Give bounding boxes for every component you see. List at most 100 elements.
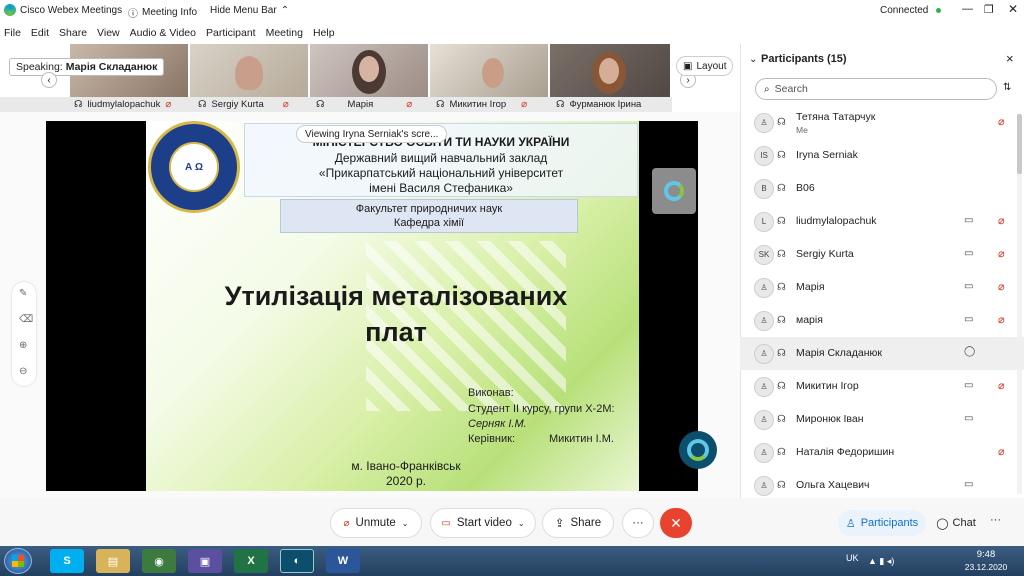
participant-row[interactable]: ♙ ☊ Микитин Ігор ▭ ⌀: [740, 370, 1024, 403]
skype-taskbar-icon[interactable]: S: [50, 549, 84, 573]
headset-icon: ☊: [777, 414, 786, 425]
chat-button[interactable]: ◯ Chat: [930, 510, 982, 536]
mic-muted-icon: ⌀: [406, 99, 413, 110]
person-icon: ♙: [760, 448, 768, 457]
more-panels-button[interactable]: ···: [990, 514, 1001, 526]
video-thumbnail[interactable]: [310, 44, 428, 97]
chevron-left-icon: ‹: [47, 74, 51, 86]
clock-time[interactable]: 9:48: [966, 549, 1006, 560]
tray-icons[interactable]: ▲ ▮ ◂): [868, 556, 894, 567]
participant-row[interactable]: IS ☊ Iryna Serniak: [740, 139, 1024, 172]
mic-muted-icon: ⌀: [998, 116, 1005, 128]
mic-muted-icon: ⌀: [998, 281, 1005, 293]
camera-icon: ▭: [964, 281, 974, 292]
participant-row[interactable]: ♙ ☊ Миронюк Іван ▭: [740, 403, 1024, 436]
supervisor-label: Керівник:: [468, 433, 516, 445]
chevron-down-icon: ⌄: [517, 518, 525, 528]
video-thumbnail[interactable]: [550, 44, 670, 97]
chevron-down-icon: ⌄: [401, 518, 409, 528]
app-name: Cisco Webex Meetings: [20, 4, 123, 16]
scroll-left-button[interactable]: ‹: [41, 72, 57, 88]
avatar: ♙: [754, 376, 774, 397]
mic-muted-icon: ⌀: [998, 314, 1005, 326]
mic-muted-icon: ⌀: [343, 517, 350, 529]
zoom-out-icon[interactable]: ⊖: [19, 366, 27, 377]
chat-bubble-icon[interactable]: ◯: [964, 346, 975, 357]
menu-audio-video[interactable]: Audio & Video: [130, 27, 196, 39]
headset-icon: ☊: [777, 117, 786, 128]
share-button[interactable]: ⇪ Share: [542, 508, 614, 538]
participant-row[interactable]: L ☊ liudmylalopachuk ▭ ⌀: [740, 205, 1024, 238]
webex-share-icon[interactable]: [652, 168, 696, 214]
person-icon: ♙: [760, 316, 768, 325]
mic-muted-icon: ⌀: [998, 248, 1005, 260]
excel-taskbar-icon[interactable]: X: [234, 549, 268, 573]
menu-edit[interactable]: Edit: [31, 27, 49, 39]
participant-row[interactable]: B ☊ B06: [740, 172, 1024, 205]
zoom-in-icon[interactable]: ⊕: [19, 340, 27, 351]
thumbnail-name: ☊ Микитин Ігор ⌀: [436, 99, 528, 110]
menu-view[interactable]: View: [97, 27, 120, 39]
participant-sub-label: Me: [796, 125, 808, 135]
participant-name: марія: [796, 314, 823, 326]
eraser-icon[interactable]: ⌫: [19, 314, 33, 325]
participants-toggle-button[interactable]: ♙ Participants: [838, 510, 926, 536]
hide-menu-bar-button[interactable]: Hide Menu Bar ⌃: [210, 5, 289, 16]
annotation-toolbar: ✎ ⌫ ⊕ ⊖: [12, 282, 36, 386]
layout-button[interactable]: ▣ Layout: [676, 56, 734, 76]
menu-share[interactable]: Share: [59, 27, 87, 39]
faculty-text: Факультет природничих наук: [355, 203, 503, 215]
headset-icon: ☊: [777, 282, 786, 293]
video-off-icon: ▭: [441, 517, 451, 529]
participant-name: Тетяна Татарчук: [796, 111, 876, 123]
person-icon: ♙: [845, 517, 856, 530]
explorer-taskbar-icon[interactable]: ▤: [96, 549, 130, 573]
chrome-taskbar-icon[interactable]: ◉: [142, 549, 176, 573]
app-title: Cisco Webex Meetings: [4, 4, 122, 16]
participant-row[interactable]: ♙ ☊ Марія Складанюк ◯: [740, 337, 1024, 370]
video-thumbnail[interactable]: [190, 44, 308, 97]
participant-name: Наталія Федоришин: [796, 446, 895, 458]
start-button[interactable]: [4, 548, 32, 574]
more-options-button[interactable]: ···: [622, 508, 654, 538]
camera-icon: ▭: [964, 215, 974, 226]
camera-icon: ▭: [964, 380, 974, 391]
meeting-info-button[interactable]: ⓘ Meeting Info: [128, 5, 197, 20]
mic-muted-icon: ⌀: [282, 99, 289, 110]
camera-icon: ▭: [964, 479, 974, 490]
menu-help[interactable]: Help: [313, 27, 335, 39]
windows-logo-icon: [12, 555, 24, 567]
start-video-button[interactable]: ▭ Start video ⌄: [430, 508, 536, 538]
viewing-banner[interactable]: Viewing Iryna Serniak's scre...: [296, 125, 448, 143]
headset-icon: ☊: [777, 216, 786, 227]
pen-icon[interactable]: ✎: [19, 288, 27, 299]
menu-meeting[interactable]: Meeting: [266, 27, 303, 39]
clock-date[interactable]: 23.12.2020: [964, 562, 1008, 572]
unmute-button[interactable]: ⌀ Unmute ⌄: [330, 508, 422, 538]
active-speaker-name: Марія Складанюк: [65, 61, 158, 73]
menu-file[interactable]: File: [4, 27, 21, 39]
layout-icon: ▣: [683, 60, 693, 72]
end-meeting-button[interactable]: ✕: [660, 508, 692, 538]
participant-name: Микитин Ігор: [796, 380, 859, 392]
participant-row[interactable]: ♙ ☊ марія ▭ ⌀: [740, 304, 1024, 337]
performed-by-label: Виконав:: [468, 387, 514, 399]
language-indicator[interactable]: UK: [846, 553, 859, 563]
person-icon: ♙: [760, 283, 768, 292]
webex-taskbar-icon[interactable]: ◐: [280, 549, 314, 573]
participant-row[interactable]: SK ☊ Sergiy Kurta ▭ ⌀: [740, 238, 1024, 271]
phone-icon: ☊: [777, 150, 786, 161]
participant-row[interactable]: ♙ ☊ Тетяна Татарчук Me ⌀: [740, 106, 1024, 139]
participant-row[interactable]: ♙ ☊ Наталія Федоришин ⌀: [740, 436, 1024, 469]
participant-name: Марія Складанюк: [796, 347, 882, 359]
student-text: Студент II курсу, групи Х-2М:: [468, 403, 615, 415]
save-taskbar-icon[interactable]: ▣: [188, 549, 222, 573]
word-taskbar-icon[interactable]: W: [326, 549, 360, 573]
info-icon: ⓘ: [128, 9, 138, 20]
avatar: ♙: [754, 442, 774, 463]
video-thumbnail[interactable]: [430, 44, 548, 97]
participant-row[interactable]: ♙ ☊ Марія ▭ ⌀: [740, 271, 1024, 304]
avatar: L: [754, 211, 774, 232]
menu-participant[interactable]: Participant: [206, 27, 256, 39]
webex-assistant-icon[interactable]: [679, 431, 717, 469]
